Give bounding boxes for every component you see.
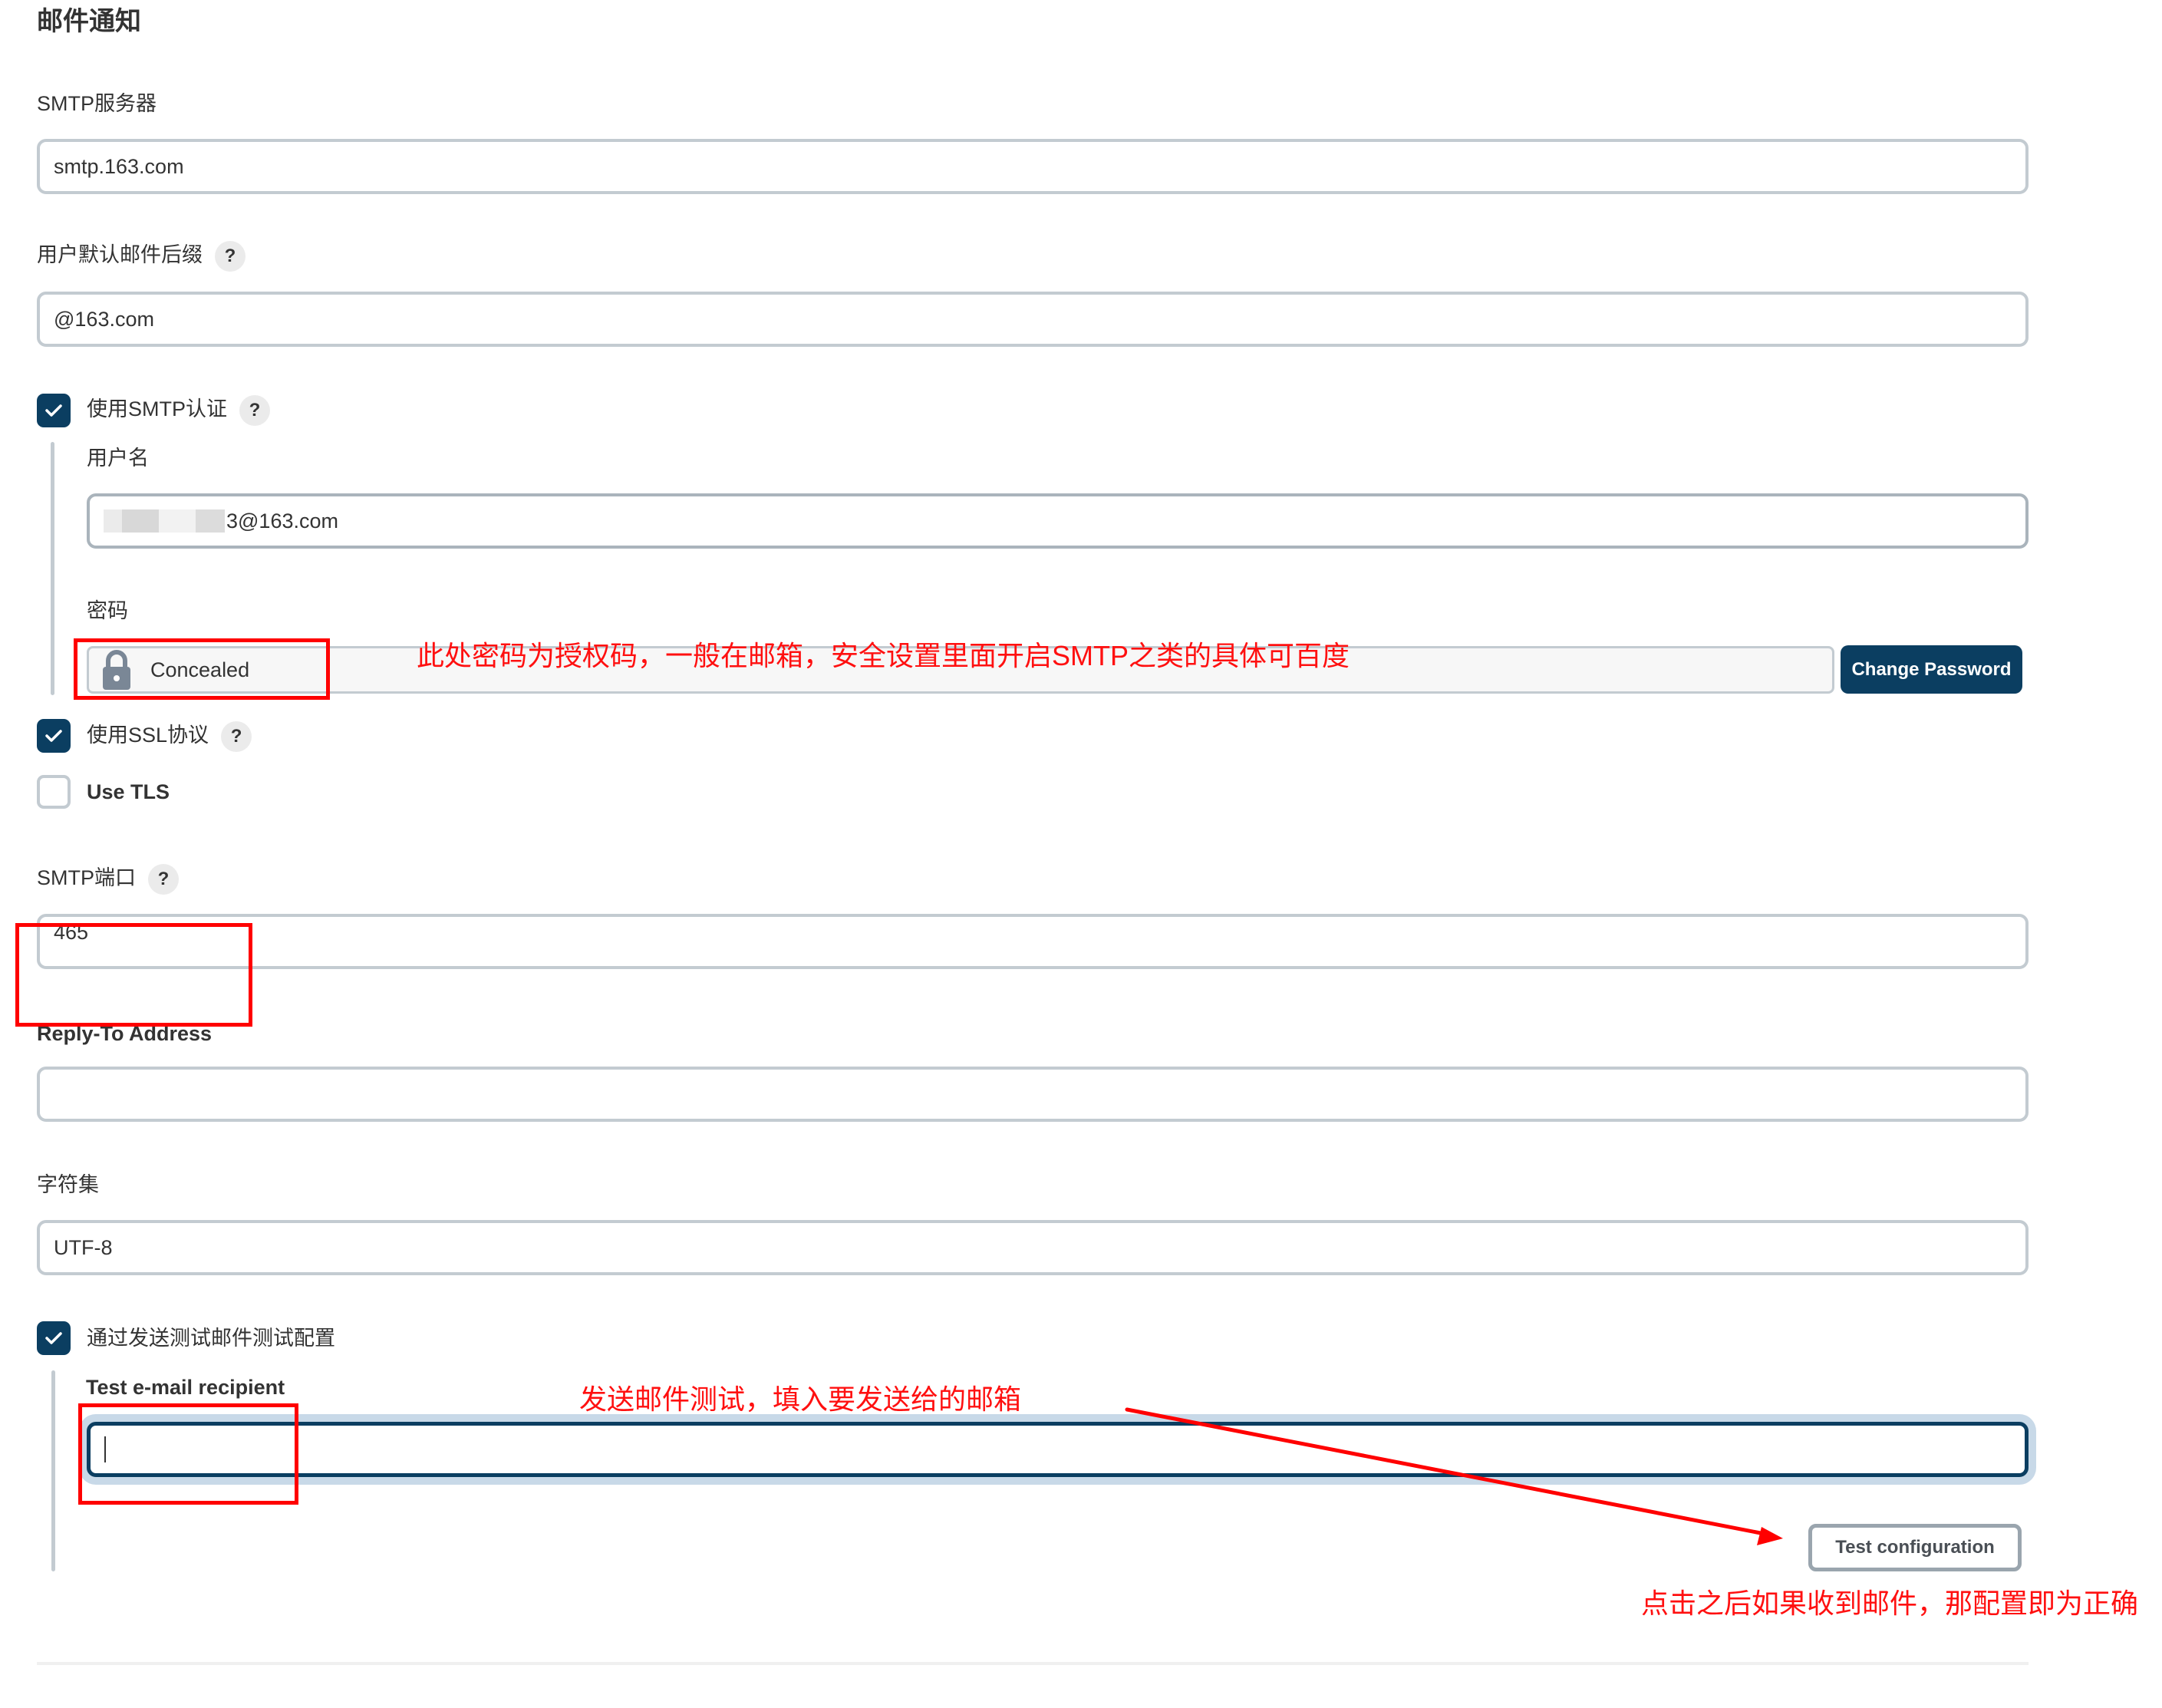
annotation-arrow-line bbox=[1125, 1407, 1771, 1537]
annotation-arrow bbox=[1125, 1407, 1783, 1545]
annotation-arrow-head bbox=[1757, 1527, 1783, 1545]
annotation-result-note: 点击之后如果收到邮件，那配置即为正确 bbox=[1641, 1588, 2139, 1619]
